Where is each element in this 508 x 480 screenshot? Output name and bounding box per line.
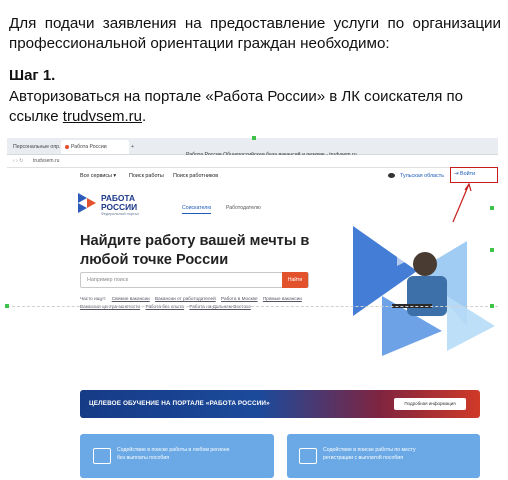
- login-button[interactable]: ⇥ Войти: [454, 169, 475, 179]
- browser-tab-label: Работа России: [71, 144, 107, 150]
- banner-text: ЦЕЛЕВОЕ ОБУЧЕНИЕ НА ПОРТАЛЕ «РАБОТА РОСС…: [89, 400, 270, 407]
- address-bar[interactable]: ‹ › ↻ trudvsem.ru: [7, 155, 498, 168]
- browser-tab[interactable]: Персональные опр...: [9, 140, 63, 154]
- rabota-rossii-logo-icon: [78, 193, 96, 213]
- step-text: Авторизоваться на портале «Работа России…: [9, 87, 479, 127]
- intro-paragraph: Для подачи заявления на предоставление у…: [9, 15, 501, 52]
- service-card-text: Содействие в поиске работы в любом регио…: [117, 447, 230, 461]
- browser-tab-active[interactable]: Работа России: [61, 140, 129, 154]
- service-card-icon: [299, 448, 317, 464]
- resize-handle[interactable]: [252, 136, 256, 140]
- accessibility-eye-icon[interactable]: [388, 173, 395, 178]
- hero-illustration: [353, 226, 495, 356]
- resize-handle[interactable]: [490, 304, 494, 308]
- nav-find-jobs[interactable]: Поиск работы: [129, 168, 164, 184]
- quick-links-label: Часто ищут:: [80, 296, 107, 301]
- site-favicon-icon: [65, 144, 69, 149]
- hero-title: Найдите работу вашей мечты в любой точке…: [80, 233, 310, 268]
- resize-handle[interactable]: [490, 206, 494, 210]
- region-selector[interactable]: Тульская область: [400, 168, 444, 184]
- trudvsem-link[interactable]: trudvsem.ru: [63, 108, 142, 125]
- site-nav: Все сервисы ▾ Поиск работы Поиск работни…: [7, 168, 498, 184]
- address-text: trudvsem.ru: [33, 158, 60, 164]
- tab-seekers[interactable]: Соискателю: [182, 205, 212, 214]
- new-tab-button[interactable]: +: [127, 140, 141, 154]
- resize-handle[interactable]: [490, 248, 494, 252]
- nav-all-services[interactable]: Все сервисы ▾: [80, 168, 116, 184]
- logo-text: РАБОТА РОССИИ: [101, 194, 161, 212]
- nav-arrows-icon[interactable]: ‹ › ↻: [13, 155, 23, 167]
- browser-tabbar: Персональные опр... Работа России + Рабо…: [7, 138, 498, 158]
- quick-link[interactable]: Прямые вакансии: [263, 296, 302, 301]
- logo-line2: РОССИИ: [101, 202, 138, 212]
- quick-link[interactable]: Вакансии от работодателей: [155, 296, 216, 301]
- banner-details-button[interactable]: Подробная информация: [394, 398, 466, 410]
- quick-links: Часто ищут: Свежие вакансии Вакансии от …: [80, 295, 320, 311]
- tab-employers[interactable]: Работодателю: [226, 205, 261, 211]
- service-card-icon: [93, 448, 111, 464]
- step-title: Шаг 1.: [9, 67, 56, 84]
- quick-link[interactable]: Свежие вакансии: [112, 296, 150, 301]
- logo-subtitle: Федеральный портал: [101, 212, 139, 216]
- browser-tab-label: Персональные опр...: [13, 144, 64, 150]
- login-label: Войти: [460, 171, 476, 177]
- service-card-text: Содействие в поиске работы по месту реги…: [323, 447, 416, 461]
- site-screenshot: Персональные опр... Работа России + Рабо…: [7, 138, 498, 478]
- step-text-after: .: [141, 108, 147, 125]
- nav-find-workers[interactable]: Поиск работников: [173, 168, 218, 184]
- search-placeholder: Например поиск: [87, 277, 129, 283]
- search-button[interactable]: Найти: [282, 272, 308, 288]
- quick-link[interactable]: Работа в Москве: [221, 296, 258, 301]
- selection-guide: [7, 306, 498, 307]
- resize-handle[interactable]: [5, 304, 9, 308]
- login-icon: ⇥: [454, 171, 459, 177]
